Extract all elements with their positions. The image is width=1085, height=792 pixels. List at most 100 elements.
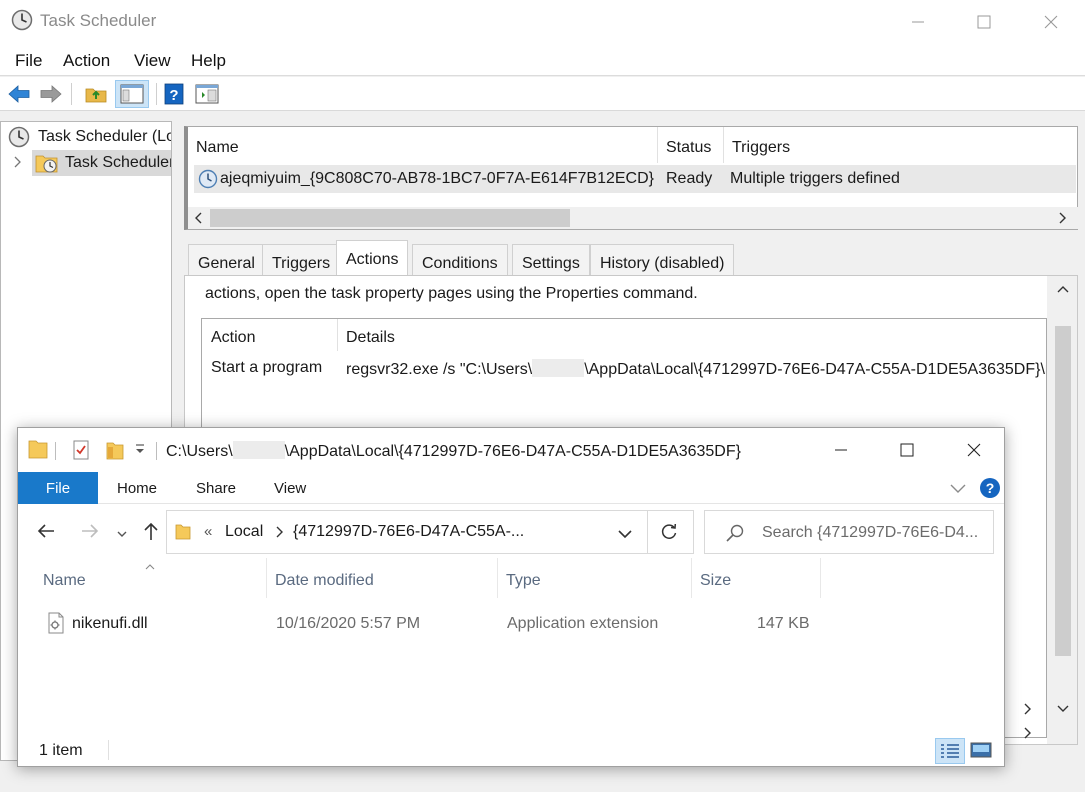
breadcrumb-overflow[interactable]: « — [204, 523, 212, 540]
svg-text:?: ? — [169, 87, 178, 104]
task-name: ajeqmiyuim_{9C808C70-AB78-1BC7-0F7A-E614… — [220, 170, 655, 187]
file-type: Application extension — [507, 615, 659, 632]
chevron-right-icon[interactable] — [275, 525, 285, 544]
menu-bar: File Action View Help — [0, 44, 1085, 76]
item-count: 1 item — [39, 742, 83, 759]
new-folder-icon[interactable] — [106, 440, 124, 465]
up-arrow-icon[interactable] — [142, 521, 160, 546]
expand-ribbon-icon[interactable] — [949, 481, 967, 500]
breadcrumb-local[interactable]: Local — [225, 523, 263, 541]
search-icon — [725, 523, 745, 548]
chevron-right-icon[interactable] — [1023, 726, 1033, 745]
ribbon-tabs: File Home Share View ? — [18, 472, 1004, 504]
ribbon-tab-share[interactable]: Share — [196, 472, 236, 504]
tree-item-library[interactable]: Task Scheduler — [1, 150, 171, 176]
breadcrumb-current-folder[interactable]: {4712997D-76E6-D47A-C55A-... — [293, 523, 524, 541]
back-arrow-icon[interactable] — [7, 82, 31, 106]
menu-file[interactable]: File — [15, 51, 42, 71]
chevron-right-icon[interactable] — [1058, 211, 1068, 230]
task-triggers: Multiple triggers defined — [730, 170, 900, 187]
column-header-details[interactable]: Details — [338, 319, 1046, 351]
ribbon-tab-view[interactable]: View — [274, 472, 306, 504]
close-button[interactable] — [1028, 8, 1074, 36]
folder-icon — [28, 438, 48, 465]
chevron-left-icon[interactable] — [194, 211, 204, 230]
chevron-right-icon[interactable] — [1023, 702, 1033, 721]
customize-toolbar-icon[interactable] — [134, 442, 146, 461]
menu-help[interactable]: Help — [191, 51, 226, 71]
tab-conditions[interactable]: Conditions — [412, 244, 508, 276]
file-name: nikenufi.dll — [72, 615, 148, 632]
help-icon[interactable]: ? — [163, 82, 187, 106]
details-view-icon[interactable] — [935, 738, 965, 764]
minimize-button[interactable] — [895, 8, 941, 36]
refresh-icon[interactable] — [659, 522, 679, 547]
redacted-username — [532, 359, 585, 377]
tab-actions[interactable]: Actions — [336, 240, 409, 276]
list-item[interactable]: nikenufi.dll 10/16/2020 5:57 PM Applicat… — [35, 606, 845, 640]
file-list-header: Name Date modified Type Size — [18, 558, 1004, 602]
column-header-name[interactable]: Name — [35, 558, 267, 598]
clock-icon — [8, 126, 30, 150]
ribbon-tab-home[interactable]: Home — [117, 472, 157, 504]
scrollbar-thumb[interactable] — [210, 209, 570, 227]
forward-arrow-icon[interactable] — [39, 82, 63, 106]
column-header-size[interactable]: Size — [692, 558, 821, 598]
title-bar: Task Scheduler — [0, 0, 1085, 44]
column-header-status[interactable]: Status — [658, 127, 724, 163]
task-status: Ready — [666, 170, 713, 187]
action-pane-icon[interactable] — [195, 82, 219, 106]
maximize-button[interactable] — [884, 436, 930, 464]
explorer-window-title: C:\Users\ \AppData\Local\{4712997D-76E6-D… — [166, 441, 741, 460]
tab-strip: General Triggers Actions Conditions Sett… — [184, 240, 1078, 276]
maximize-button[interactable] — [961, 8, 1007, 36]
chevron-up-icon[interactable] — [1056, 282, 1070, 300]
back-arrow-icon[interactable] — [36, 522, 56, 545]
ribbon-tab-file[interactable]: File — [18, 472, 98, 504]
folder-clock-icon — [35, 152, 59, 176]
dll-file-icon — [47, 612, 65, 639]
search-box[interactable]: Search {4712997D-76E6-D4... — [704, 510, 994, 554]
tab-general[interactable]: General — [188, 244, 265, 276]
show-hide-tree-icon[interactable] — [115, 80, 149, 108]
forward-arrow-icon[interactable] — [80, 522, 100, 545]
file-date-modified: 10/16/2020 5:57 PM — [276, 615, 421, 632]
horizontal-scrollbar[interactable] — [188, 207, 1078, 229]
scrollbar-thumb[interactable] — [1055, 326, 1071, 656]
table-row[interactable]: ajeqmiyuim_{9C808C70-AB78-1BC7-0F7A-E614… — [194, 165, 1076, 193]
svg-text:?: ? — [986, 480, 995, 496]
help-icon[interactable]: ? — [979, 477, 1001, 504]
actions-description: actions, open the task property pages us… — [205, 285, 698, 302]
clock-icon — [11, 9, 33, 36]
tab-history[interactable]: History (disabled) — [590, 244, 735, 276]
column-header-name[interactable]: Name — [188, 127, 658, 163]
column-header-type[interactable]: Type — [498, 558, 692, 598]
table-row[interactable]: Start a program regsvr32.exe /s "C:\User… — [202, 351, 1046, 381]
column-header-date-modified[interactable]: Date modified — [267, 558, 498, 598]
large-icons-view-icon[interactable] — [970, 741, 992, 764]
tree-item-root[interactable]: Task Scheduler (Lo — [1, 124, 171, 150]
minimize-button[interactable] — [818, 436, 864, 464]
window-title: Task Scheduler — [40, 11, 157, 30]
properties-icon[interactable] — [72, 440, 90, 465]
menu-view[interactable]: View — [134, 51, 171, 71]
toolbar-divider — [71, 83, 72, 105]
tab-settings[interactable]: Settings — [512, 244, 590, 276]
address-bar[interactable]: « Local {4712997D-76E6-D47A-C55A-... — [166, 510, 694, 554]
column-header-action[interactable]: Action — [202, 319, 338, 351]
vertical-scrollbar[interactable] — [1047, 276, 1077, 744]
close-button[interactable] — [951, 436, 997, 464]
folder-up-icon[interactable] — [84, 82, 108, 106]
navigation-bar: « Local {4712997D-76E6-D47A-C55A-... Sea… — [18, 508, 1004, 558]
tab-triggers[interactable]: Triggers — [262, 244, 341, 276]
action-details: regsvr32.exe /s "C:\Users\ \AppData\Local… — [346, 359, 1046, 378]
chevron-down-icon[interactable] — [617, 527, 633, 545]
status-divider — [108, 740, 109, 760]
menu-action[interactable]: Action — [63, 51, 110, 71]
chevron-right-icon[interactable] — [13, 155, 23, 174]
toolbar: ? — [0, 77, 1085, 111]
recent-locations-icon[interactable] — [116, 526, 128, 544]
file-size: 147 KB — [757, 615, 810, 632]
column-header-triggers[interactable]: Triggers — [724, 127, 1078, 163]
chevron-down-icon[interactable] — [1056, 700, 1070, 718]
